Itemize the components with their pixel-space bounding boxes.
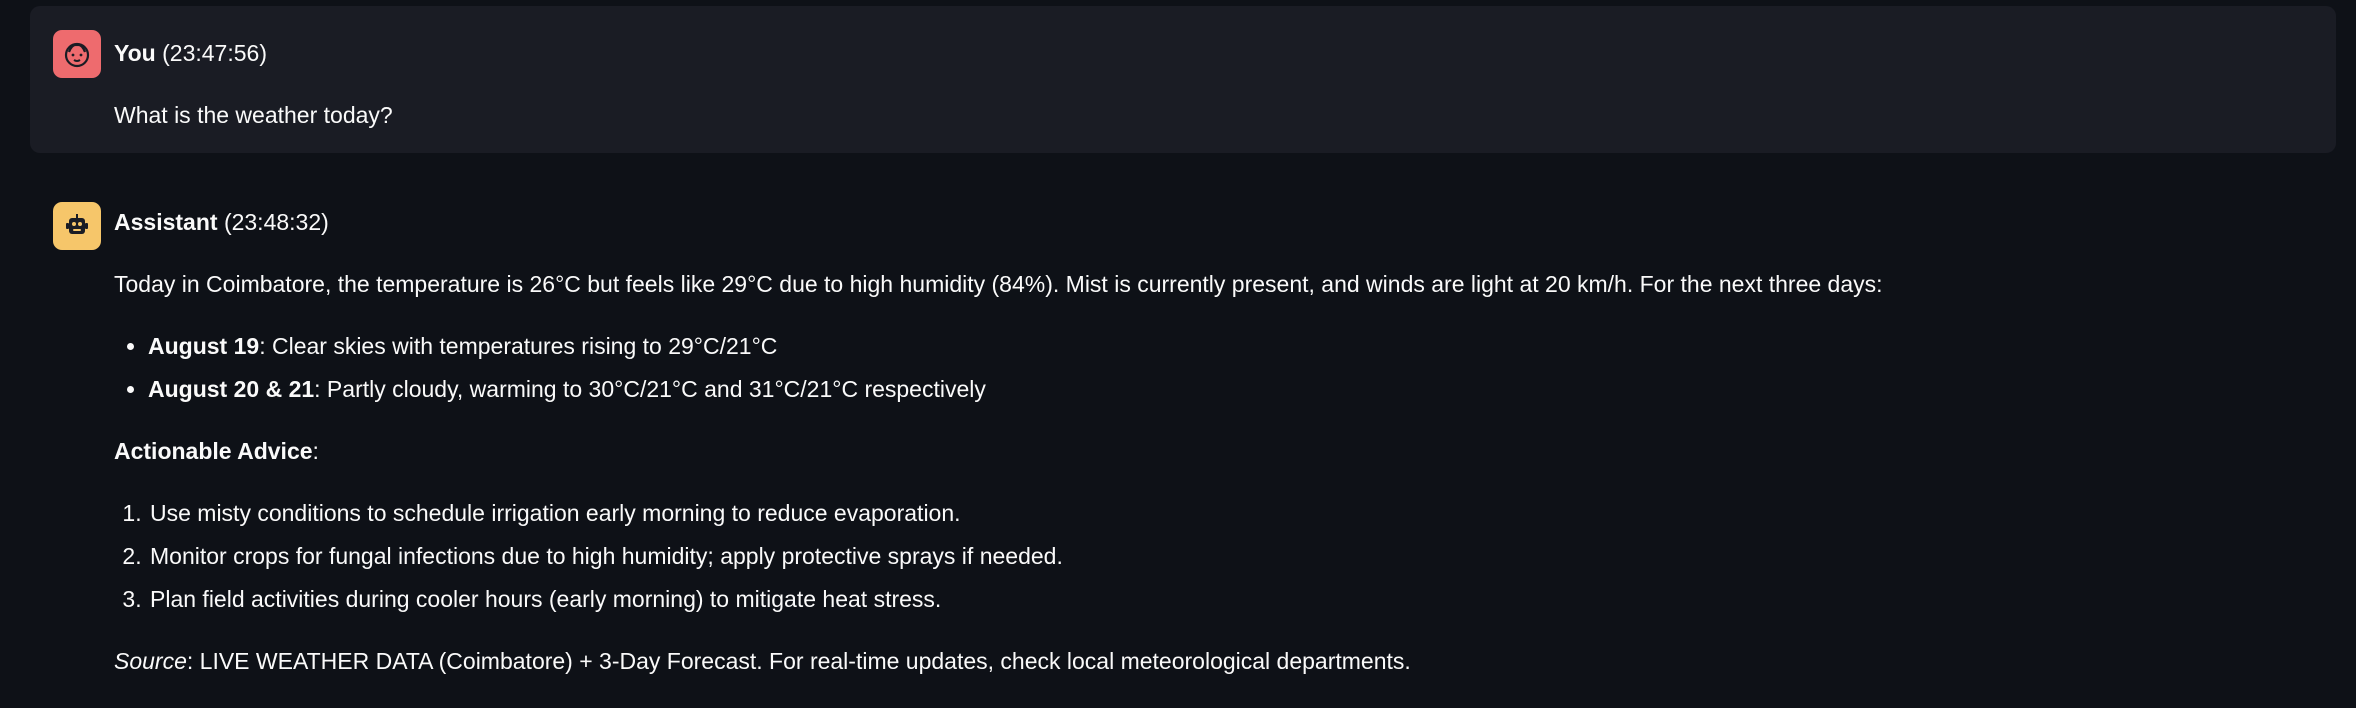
advice-heading-label: Actionable Advice [114, 438, 313, 464]
user-message-content: You (23:47:56) What is the weather today… [114, 32, 2316, 137]
source-note: Source: LIVE WEATHER DATA (Coimbatore) +… [114, 640, 2316, 683]
message-time: (23:47:56) [162, 40, 267, 66]
user-message-header: You (23:47:56) [114, 32, 2316, 75]
assistant-avatar [53, 202, 101, 250]
user-message: You (23:47:56) What is the weather today… [30, 6, 2336, 153]
assistant-message: Assistant (23:48:32) Today in Coimbatore… [30, 190, 2336, 700]
message-time: (23:48:32) [223, 209, 329, 235]
weather-summary: Today in Coimbatore, the temperature is … [114, 271, 1883, 297]
face-icon [64, 42, 90, 68]
user-avatar [53, 30, 101, 78]
list-item: Use misty conditions to schedule irrigat… [148, 492, 2316, 535]
advice-list: Use misty conditions to schedule irrigat… [114, 492, 2316, 621]
forecast-date: August 19 [148, 333, 260, 359]
forecast-date: August 20 & 21 [148, 376, 315, 402]
user-message-text: What is the weather today? [114, 102, 393, 128]
list-item: August 19: Clear skies with temperatures… [148, 325, 2316, 368]
list-item: Monitor crops for fungal infections due … [148, 535, 2316, 578]
assistant-message-content: Assistant (23:48:32) Today in Coimbatore… [114, 201, 2316, 683]
advice-heading-colon: : [312, 438, 319, 464]
forecast-text: : Partly cloudy, warming to 30°C/21°C an… [314, 376, 986, 402]
chat-container: You (23:47:56) What is the weather today… [0, 0, 2356, 708]
source-text: : LIVE WEATHER DATA (Coimbatore) + 3-Day… [186, 648, 1411, 674]
list-item: Plan field activities during cooler hour… [148, 578, 2316, 621]
sender-name: Assistant [114, 209, 218, 235]
advice-heading: Actionable Advice: [114, 430, 2316, 473]
sender-name: You [114, 40, 156, 66]
list-item: August 20 & 21: Partly cloudy, warming t… [148, 368, 2316, 411]
assistant-message-header: Assistant (23:48:32) [114, 201, 2316, 244]
robot-icon [66, 214, 88, 234]
forecast-list: August 19: Clear skies with temperatures… [114, 325, 2316, 411]
source-label: Source [114, 648, 187, 674]
forecast-text: : Clear skies with temperatures rising t… [259, 333, 778, 359]
